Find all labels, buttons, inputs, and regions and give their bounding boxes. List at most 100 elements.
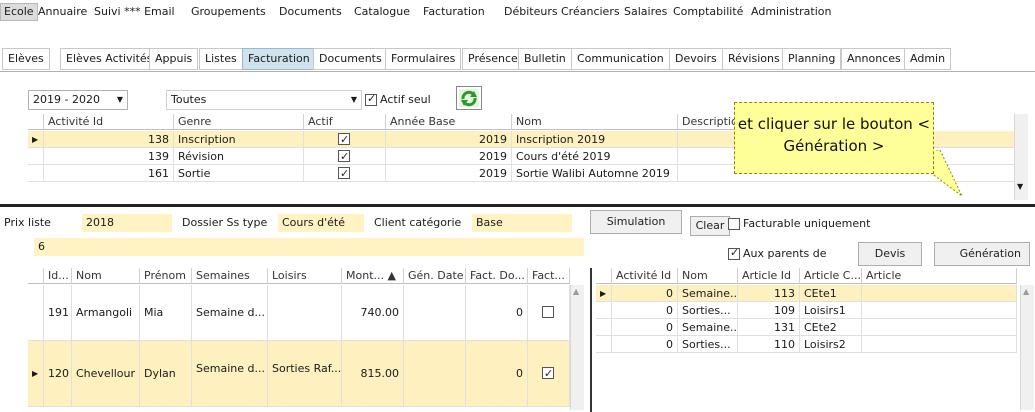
col-actif[interactable]: Actif (304, 114, 386, 130)
table-row-cell[interactable] (404, 285, 466, 341)
articles-table-scrollbar[interactable]: ▲ (1020, 285, 1034, 410)
table-row-cell[interactable] (862, 302, 1017, 319)
table-row-cell[interactable] (862, 336, 1017, 353)
col-activite-id[interactable]: Activité Id (612, 268, 678, 284)
col-article-id[interactable]: Article Id (738, 268, 800, 284)
col-loisirs[interactable]: Loisirs (268, 268, 342, 284)
table-row-cell[interactable]: 139 (44, 148, 174, 165)
table-row-cell[interactable] (862, 285, 1017, 302)
table-row-cell[interactable]: 2019 (386, 131, 512, 148)
menu-ecole[interactable]: Ecole (0, 3, 38, 21)
table-row-cell[interactable]: Inscription 2019 (512, 131, 678, 148)
menu-catalogue[interactable]: Catalogue (351, 4, 413, 20)
col-fact-do[interactable]: Fact. Do... (466, 268, 528, 284)
table-row-cell[interactable]: Chevellour (72, 341, 140, 407)
prix-liste-field[interactable]: 2018 (82, 214, 172, 232)
col-prenom[interactable]: Prénom (140, 268, 192, 284)
table-row-cell[interactable]: Sortie (174, 165, 304, 182)
clear-button[interactable]: Clear (690, 216, 730, 236)
year-select[interactable]: 2019 - 2020 ▼ (28, 90, 128, 110)
tab-admin[interactable]: Admin (904, 48, 952, 70)
tab-devoirs[interactable]: Devoirs (669, 48, 723, 70)
tab-eleves-activites[interactable]: Elèves Activités (60, 48, 159, 70)
table-row-cell[interactable]: Semaine... (678, 319, 738, 336)
table-row-cell[interactable]: Armangoli (72, 285, 140, 341)
col-nom[interactable]: Nom (72, 268, 140, 284)
facturable-checkbox[interactable] (728, 218, 740, 230)
table-row-cell[interactable]: 110 (738, 336, 800, 353)
table-row-cell[interactable] (268, 285, 342, 341)
students-table-scrollbar[interactable]: ▲ (570, 285, 584, 410)
table-row-cell[interactable] (304, 165, 386, 182)
table-row-cell[interactable]: Inscription (174, 131, 304, 148)
table-row-cell[interactable]: 2019 (386, 165, 512, 182)
table-row-cell[interactable]: Dylan (140, 341, 192, 407)
table-row-cell[interactable]: Semaine... (678, 285, 738, 302)
col-id[interactable]: Id... (44, 268, 72, 284)
fact-checkbox[interactable] (542, 365, 554, 382)
table-row-cell[interactable]: Sorties... (678, 302, 738, 319)
menu-comptabilite[interactable]: Comptabilité (670, 4, 746, 20)
col-annee-base[interactable]: Année Base (386, 114, 512, 130)
fact-checkbox[interactable] (542, 306, 554, 318)
table-row-cell[interactable]: 113 (738, 285, 800, 302)
table-row-cell[interactable]: 161 (44, 165, 174, 182)
menu-groupements[interactable]: Groupements (188, 4, 269, 20)
menu-annuaire[interactable]: Annuaire (35, 4, 90, 20)
table-row-cell[interactable]: 0 (612, 285, 678, 302)
col-article[interactable]: Article (862, 268, 1017, 284)
table-row-cell[interactable] (304, 131, 386, 148)
table-row-cell[interactable]: 131 (738, 319, 800, 336)
table-row-cell[interactable]: 740.00 (342, 285, 404, 341)
table-row-cell[interactable]: Sortie Walibi Automne 2019 (512, 165, 678, 182)
table-row-cell[interactable] (528, 341, 570, 407)
tab-appuis[interactable]: Appuis (149, 48, 199, 70)
col-nom[interactable]: Nom (512, 114, 678, 130)
col-montant[interactable]: Mont... ▲ (342, 268, 404, 284)
tab-bulletin[interactable]: Bulletin (518, 48, 572, 70)
tab-communication[interactable]: Communication (571, 48, 670, 70)
menu-facturation[interactable]: Facturation (420, 4, 488, 20)
col-activite-id[interactable]: Activité Id (44, 114, 174, 130)
simulation-button[interactable]: Simulation (590, 210, 682, 234)
table-row-cell[interactable]: 815.00 (342, 341, 404, 407)
table-row-cell[interactable]: Loisirs2 (800, 336, 862, 353)
actif-checkbox[interactable] (338, 165, 350, 181)
col-nom[interactable]: Nom (678, 268, 738, 284)
tab-planning[interactable]: Planning (782, 48, 842, 70)
genre-select[interactable]: Toutes ▼ (166, 90, 362, 110)
tab-documents[interactable]: Documents (313, 48, 388, 70)
table-row-cell[interactable]: 0 (612, 319, 678, 336)
table-row-cell[interactable]: Sorties... (678, 336, 738, 353)
tab-facturation[interactable]: Facturation (242, 48, 316, 70)
tab-presence[interactable]: Présence (462, 48, 524, 70)
table-row-cell[interactable]: 0 (466, 341, 528, 407)
col-genre[interactable]: Genre (174, 114, 304, 130)
tab-eleves[interactable]: Elèves (2, 48, 50, 70)
aux-parents-checkbox[interactable] (728, 246, 740, 260)
table-row-cell[interactable]: Révision (174, 148, 304, 165)
table-row-cell[interactable] (404, 341, 466, 407)
table-row-cell[interactable]: Semaine d... (192, 341, 268, 407)
menu-suivi-email[interactable]: Suivi *** Email (91, 4, 178, 20)
col-article-c[interactable]: Article C... (800, 268, 862, 284)
menu-documents[interactable]: Documents (276, 4, 345, 20)
table-row-cell[interactable]: Cours d'été 2019 (512, 148, 678, 165)
table-row-cell[interactable]: Loisirs1 (800, 302, 862, 319)
actif-seul-checkbox[interactable] (365, 92, 377, 106)
table-row-cell[interactable]: 0 (466, 285, 528, 341)
splitter[interactable] (0, 204, 1035, 207)
menu-salaires[interactable]: Salaires (621, 4, 670, 20)
tab-annonces[interactable]: Annonces (841, 48, 907, 70)
generation-button[interactable]: Génération (934, 242, 1030, 266)
table-row-cell[interactable]: Semaine d... (192, 285, 268, 341)
table-row-cell[interactable] (862, 319, 1017, 336)
table-row-cell[interactable]: 191 (44, 285, 72, 341)
table-row-cell[interactable]: 120 (44, 341, 72, 407)
table-row-cell[interactable]: 109 (738, 302, 800, 319)
tab-formulaires[interactable]: Formulaires (385, 48, 462, 70)
table-row-cell[interactable] (304, 148, 386, 165)
actif-checkbox[interactable] (338, 148, 350, 164)
table-row-cell[interactable]: 0 (612, 336, 678, 353)
table-row-cell[interactable]: CEte1 (800, 285, 862, 302)
